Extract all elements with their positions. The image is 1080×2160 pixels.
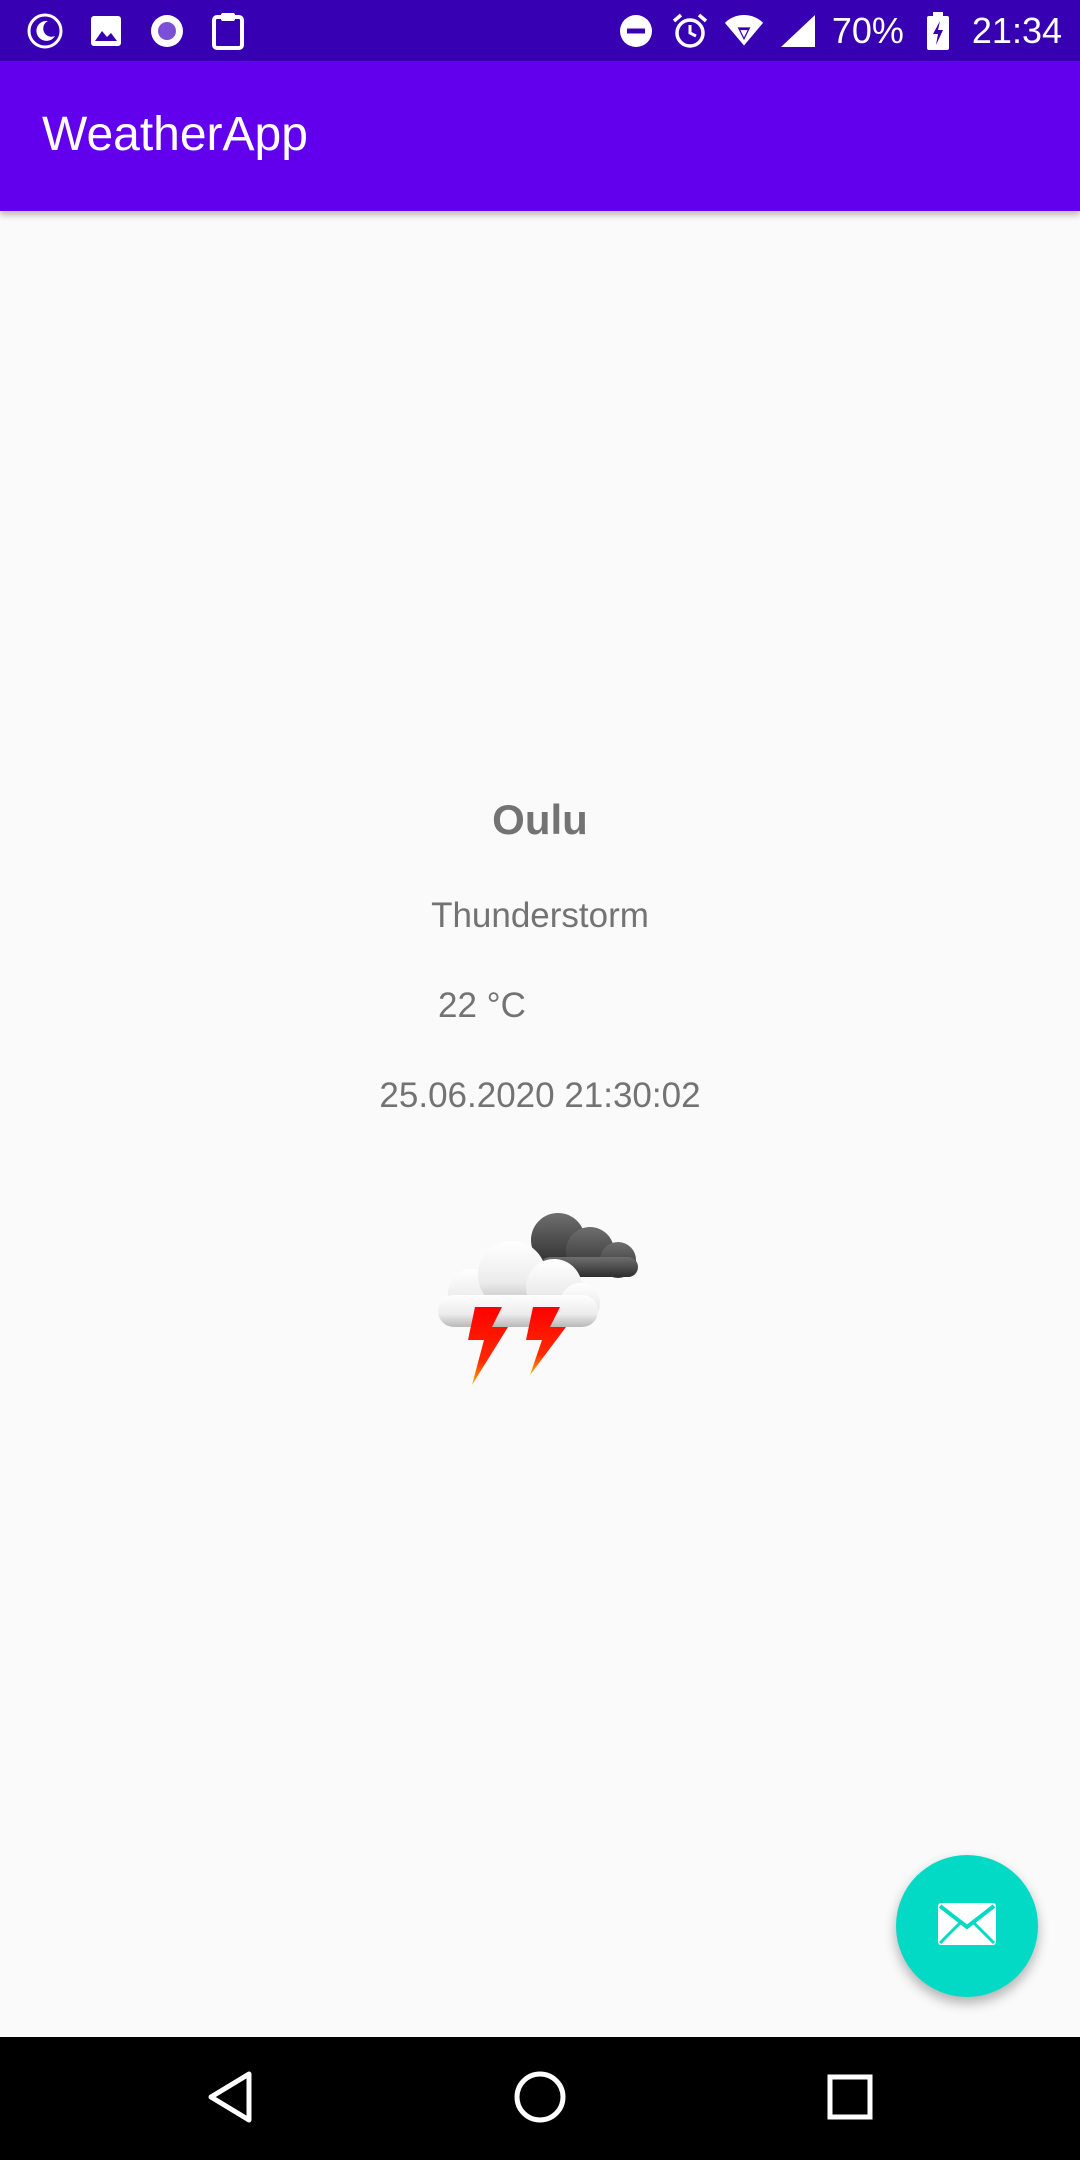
home-icon: [513, 2070, 567, 2129]
home-button[interactable]: [500, 2059, 580, 2139]
do-not-disturb-icon: [616, 11, 656, 51]
image-icon: [85, 10, 126, 51]
weather-content: Oulu Thunderstorm 22 °C 25.06.2020 21:30…: [0, 211, 1080, 2037]
alarm-icon: [670, 11, 710, 51]
app-title: WeatherApp: [42, 108, 308, 161]
moon-icon: [24, 10, 65, 51]
circle-dot-icon: [146, 10, 187, 51]
app-bar: WeatherApp: [0, 61, 1080, 211]
recents-button[interactable]: [810, 2059, 890, 2139]
status-bar: 70% 21:34: [0, 0, 1080, 61]
wifi-icon: [724, 11, 764, 51]
clipboard-icon: [207, 10, 248, 51]
thunderstorm-icon: [430, 1205, 660, 1390]
recents-icon: [826, 2073, 874, 2126]
status-time: 21:34: [971, 9, 1062, 51]
back-icon: [205, 2070, 255, 2129]
status-bar-system: 70% 21:34: [616, 6, 1062, 55]
city-name: Oulu: [492, 796, 588, 843]
updated-time: 25.06.2020 21:30:02: [379, 1076, 701, 1115]
mail-icon: [936, 1901, 998, 1952]
weather-condition: Thunderstorm: [431, 896, 649, 935]
mail-fab-button[interactable]: [896, 1855, 1038, 1997]
temperature: 22 °C: [438, 986, 526, 1025]
battery-percent: 70%: [831, 9, 904, 51]
status-bar-notifications: [24, 10, 248, 51]
navigation-bar: [0, 2037, 1080, 2160]
battery-charging-icon: [918, 11, 958, 51]
signal-icon: [778, 11, 818, 51]
back-button[interactable]: [190, 2059, 270, 2139]
